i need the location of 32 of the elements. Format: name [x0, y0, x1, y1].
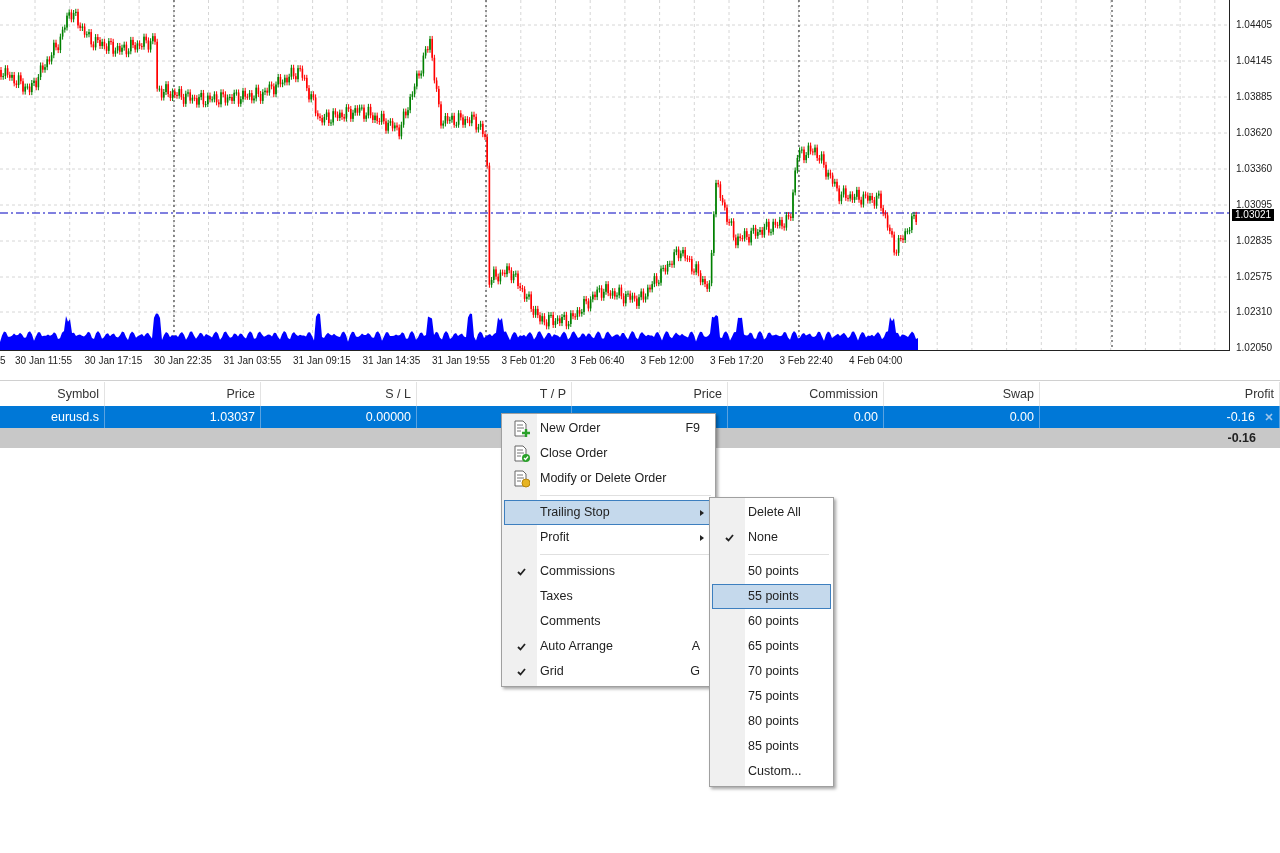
time-axis-label: 31 Jan 19:55 — [432, 356, 490, 366]
time-axis-label: 3 Feb 01:20 — [501, 356, 555, 366]
time-axis-label: 3 Feb 06:40 — [571, 356, 625, 366]
time-axis-label: 5 — [0, 356, 6, 366]
total-profit: -0.16 — [1227, 429, 1256, 447]
price-axis-label: 1.04405 — [1236, 20, 1273, 30]
price-axis-label: 1.02575 — [1236, 272, 1273, 282]
time-axis-label: 30 Jan 11:55 — [15, 356, 73, 366]
price-axis-label: 1.02310 — [1236, 307, 1273, 317]
time-axis-label: 31 Jan 09:15 — [293, 356, 351, 366]
price-axis-label: 1.04145 — [1236, 56, 1273, 66]
table-cell-text: eurusd.s — [51, 408, 99, 426]
time-axis-label: 31 Jan 03:55 — [223, 356, 282, 366]
current-price-tag: 1.03021 — [1232, 209, 1275, 221]
table-cell-text: 0.00 — [853, 408, 878, 426]
price-axis-label: 1.02835 — [1236, 236, 1273, 246]
time-axis-label: 3 Feb 22:40 — [779, 356, 833, 366]
table-cell-text: 0.00000 — [365, 408, 411, 426]
price-axis-label: 1.03885 — [1236, 92, 1273, 102]
time-axis-label: 3 Feb 12:00 — [640, 356, 694, 366]
time-axis-label: 30 Jan 17:15 — [84, 356, 143, 366]
price-axis-label: 1.03095 — [1236, 200, 1273, 210]
table-cell-text: 1.03037 — [209, 408, 255, 426]
time-axis-label: 30 Jan 22:35 — [154, 356, 212, 366]
price-axis-label: 1.03360 — [1236, 164, 1273, 174]
table-cell-text: -0.16 — [1226, 408, 1255, 426]
price-axis-label: 1.03620 — [1236, 128, 1273, 138]
time-axis-label: 31 Jan 14:35 — [362, 356, 421, 366]
time-axis-label: 3 Feb 17:20 — [710, 356, 764, 366]
price-axis-label: 1.02050 — [1236, 343, 1273, 353]
time-axis-label: 4 Feb 04:00 — [849, 356, 903, 366]
table-cell-text: 0.00 — [1009, 408, 1034, 426]
